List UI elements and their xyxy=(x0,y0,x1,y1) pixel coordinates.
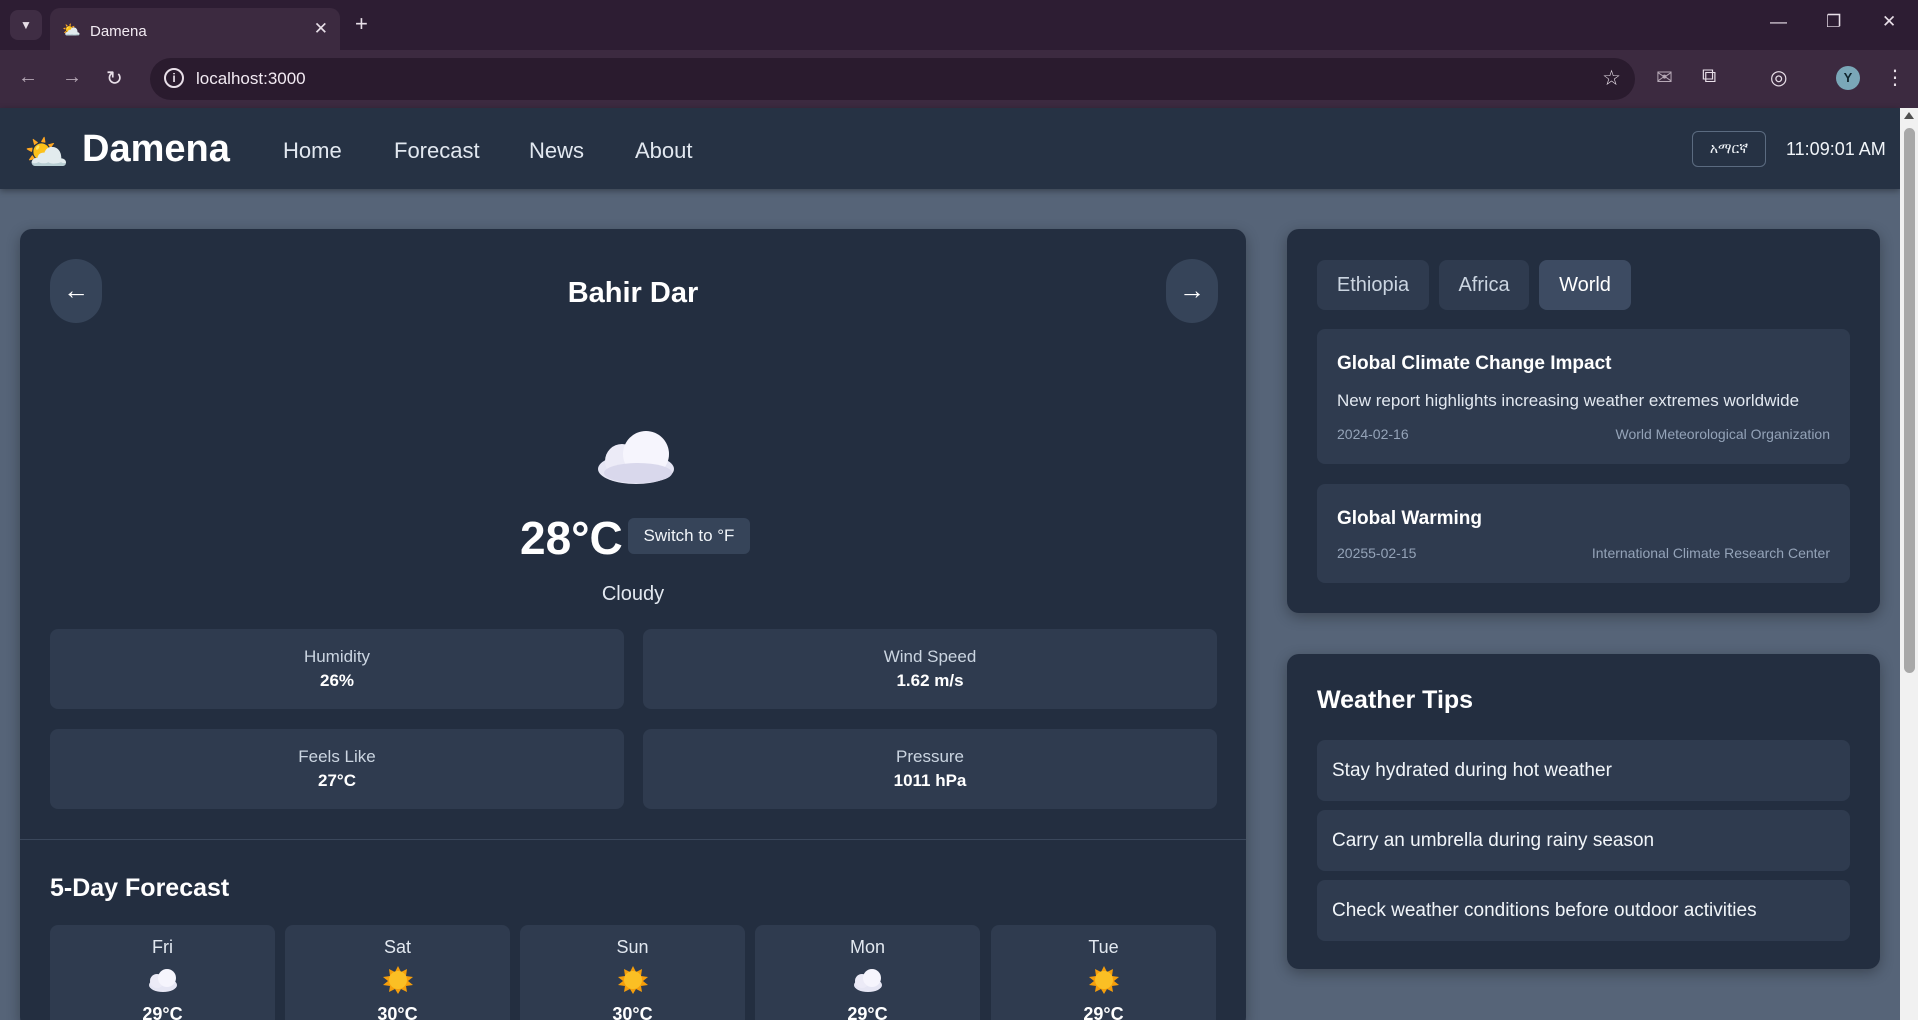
stat-value: 27°C xyxy=(318,771,356,790)
wind-speed-stat: Wind Speed 1.62 m/s xyxy=(643,629,1217,709)
sun-icon xyxy=(1088,966,1119,994)
feels-like-stat: Feels Like 27°C xyxy=(50,729,624,809)
language-toggle-button[interactable]: አማርኛ xyxy=(1692,131,1766,167)
forecast-day-name: Mon xyxy=(849,937,885,957)
pressure-stat: Pressure 1011 hPa xyxy=(643,729,1217,809)
forecast-day-card: Sun 30°C xyxy=(520,925,745,1020)
scrollbar-thumb[interactable] xyxy=(1904,128,1915,673)
menu-kebab-icon[interactable]: ⋮ xyxy=(1885,65,1905,90)
forecast-day-card: Mon 29°C xyxy=(755,925,980,1020)
cloud-icon xyxy=(853,969,882,992)
forward-icon[interactable]: → xyxy=(62,66,82,89)
forecast-day-card: Tue 29°C xyxy=(991,925,1216,1020)
tip-item: Check weather conditions before outdoor … xyxy=(1317,880,1850,941)
cloud-icon xyxy=(148,969,177,992)
tab-search-button[interactable]: ▼ xyxy=(10,10,42,40)
weather-condition: Cloudy xyxy=(601,583,665,605)
extensions-icon[interactable]: ⧉ xyxy=(1702,65,1716,88)
news-tab-africa[interactable]: Africa xyxy=(1439,260,1529,310)
news-item-description: New report highlights increasing weather… xyxy=(1337,391,1800,410)
reload-icon[interactable]: ↻ xyxy=(106,66,123,91)
city-name: Bahir Dar xyxy=(567,277,699,309)
address-bar[interactable]: i localhost:3000 ☆ xyxy=(150,58,1635,100)
news-item-title: Global Climate Change Impact xyxy=(1337,353,1612,374)
next-city-button[interactable]: → xyxy=(1166,259,1218,323)
tips-title: Weather Tips xyxy=(1317,686,1474,714)
minimize-icon[interactable]: — xyxy=(1770,12,1787,32)
scroll-up-arrow-icon[interactable] xyxy=(1904,112,1914,119)
news-item-title: Global Warming xyxy=(1337,508,1482,529)
tab-title: Damena xyxy=(90,23,147,40)
forecast-day-card: Sat 30°C xyxy=(285,925,510,1020)
humidity-stat: Humidity 26% xyxy=(50,629,624,709)
news-item-date: 2024-02-16 xyxy=(1337,426,1409,442)
app-logo-text[interactable]: Damena xyxy=(82,128,230,171)
stat-label: Pressure xyxy=(895,747,965,766)
nav-news[interactable]: News xyxy=(529,138,584,164)
section-divider xyxy=(20,839,1246,840)
current-weather-card: ← Bahir Dar → 28°C Switch to °F Cloudy H… xyxy=(20,229,1246,1020)
forecast-day-temp: 30°C xyxy=(377,1004,418,1020)
news-item[interactable]: Global Warming 20255-02-15 International… xyxy=(1317,484,1850,583)
forecast-day-temp: 29°C xyxy=(142,1004,183,1020)
news-tab-world[interactable]: World xyxy=(1539,260,1631,310)
url-text: localhost:3000 xyxy=(196,69,306,88)
weather-tips-panel: Weather Tips Stay hydrated during hot we… xyxy=(1287,654,1880,969)
stat-value: 26% xyxy=(319,671,355,690)
sun-icon xyxy=(382,966,413,994)
forecast-day-temp: 30°C xyxy=(612,1004,653,1020)
browser-tab[interactable]: ⛅ Damena ✕ xyxy=(50,8,340,50)
cloud-icon xyxy=(598,431,674,484)
tip-item: Stay hydrated during hot weather xyxy=(1317,740,1850,801)
forecast-day-temp: 29°C xyxy=(847,1004,888,1020)
screenshot-icon[interactable]: ◎ xyxy=(1770,65,1787,90)
mail-icon[interactable]: ✉ xyxy=(1656,65,1673,90)
forecast-title: 5-Day Forecast xyxy=(50,874,230,902)
stat-value: 1011 hPa xyxy=(893,771,967,790)
sun-cloud-favicon-icon: ⛅ xyxy=(62,22,81,39)
bookmark-star-icon[interactable]: ☆ xyxy=(1602,66,1621,91)
news-item-source: World Meteorological Organization xyxy=(1615,426,1830,442)
tip-item: Carry an umbrella during rainy season xyxy=(1317,810,1850,871)
news-tab-ethiopia[interactable]: Ethiopia xyxy=(1317,260,1429,310)
sun-icon xyxy=(617,966,648,994)
close-window-icon[interactable]: ✕ xyxy=(1882,12,1896,32)
app-header: ⛅ Damena Home Forecast News About አማርኛ 1… xyxy=(0,108,1900,189)
nav-forecast[interactable]: Forecast xyxy=(394,138,480,164)
forecast-day-name: Fri xyxy=(152,937,173,957)
stat-label: Feels Like xyxy=(298,747,376,766)
back-icon[interactable]: ← xyxy=(18,66,38,89)
site-info-icon[interactable]: i xyxy=(164,68,184,88)
news-panel: Ethiopia Africa World Global Climate Cha… xyxy=(1287,229,1880,613)
stat-label: Wind Speed xyxy=(883,647,977,666)
restore-icon[interactable]: ❐ xyxy=(1826,12,1841,32)
profile-avatar[interactable]: Y xyxy=(1836,66,1860,90)
forecast-day-name: Sat xyxy=(383,937,412,957)
sun-cloud-logo-icon: ⛅ xyxy=(24,132,69,173)
stat-label: Humidity xyxy=(303,647,371,666)
browser-tab-bar: ▼ ⛅ Damena ✕ + — ❐ ✕ xyxy=(0,0,1918,50)
unit-toggle-button[interactable]: Switch to °F xyxy=(628,518,750,554)
close-tab-icon[interactable]: ✕ xyxy=(314,19,328,39)
news-item[interactable]: Global Climate Change Impact New report … xyxy=(1317,329,1850,464)
current-temperature: 28°C xyxy=(520,512,623,564)
new-tab-button[interactable]: + xyxy=(355,11,368,37)
browser-toolbar: ← → ↻ i localhost:3000 ☆ ✉ ⧉ ◎ xyxy=(0,50,1918,108)
forecast-day-card: Fri 29°C xyxy=(50,925,275,1020)
clock: 11:09:01 AM xyxy=(1786,139,1886,159)
stat-value: 1.62 m/s xyxy=(896,671,964,690)
news-item-date: 20255-02-15 xyxy=(1337,545,1417,561)
news-item-source: International Climate Research Center xyxy=(1591,545,1830,561)
forecast-day-temp: 29°C xyxy=(1083,1004,1124,1020)
forecast-day-name: Tue xyxy=(1088,937,1119,957)
nav-about[interactable]: About xyxy=(635,138,693,164)
forecast-day-name: Sun xyxy=(616,937,649,957)
nav-home[interactable]: Home xyxy=(283,138,342,164)
